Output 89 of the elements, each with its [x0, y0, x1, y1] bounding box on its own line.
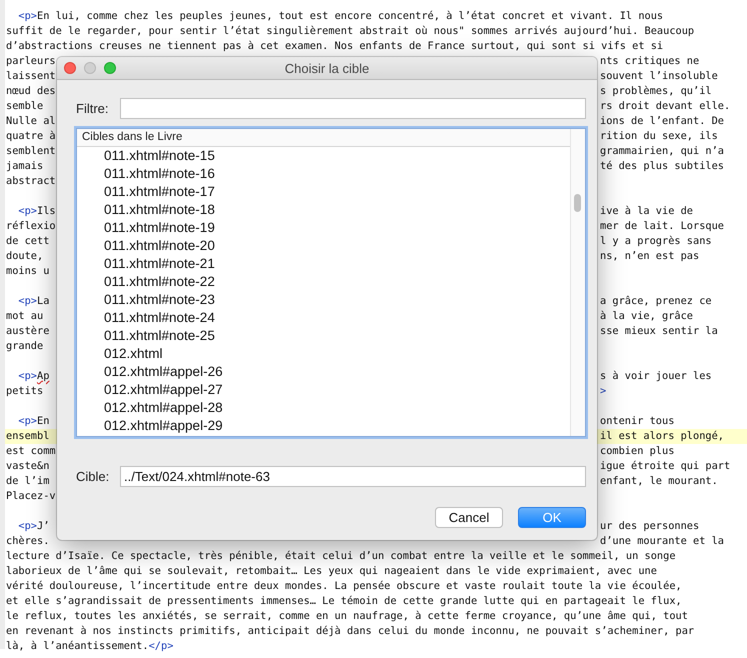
scrollbar[interactable] [570, 129, 585, 436]
code-text: <p>J’ [17, 519, 50, 534]
scrollbar-thumb[interactable] [574, 194, 581, 212]
code-text: nœud des [6, 84, 56, 99]
code-text: > [599, 384, 606, 399]
code-text: à la vie, grâce [599, 309, 693, 324]
list-item[interactable]: 012.xhtml [77, 345, 163, 363]
code-text: Placez-v [6, 489, 56, 504]
code-text: grammairien, qui n’a [599, 144, 724, 159]
code-text: le reflux, toutes les anxiétés, se serrait, comme en un naufrage, à cette ferme croyance, qu’une âme qui, tout [6, 609, 688, 624]
code-text: et elle s’agrandissait de pressentiments immenses… Le témoin de cette grande lutte qui en partageait le flux, [6, 594, 682, 609]
code-text: a grâce, prenez ce [599, 294, 712, 309]
code-text: s à voir jouer les [599, 369, 712, 384]
code-text: petits [6, 384, 44, 399]
code-text: semble [6, 99, 44, 114]
close-button[interactable] [64, 62, 76, 74]
code-text: jamais [6, 159, 44, 174]
list-item[interactable]: 011.xhtml#note-19 [77, 219, 215, 237]
code-text: de cett [6, 234, 50, 249]
code-text: ive à la vie de [599, 204, 693, 219]
code-text: rs droit devant elle. [599, 99, 730, 114]
list-item[interactable]: 011.xhtml#note-23 [77, 291, 215, 309]
code-text: d’une mourante et la [599, 534, 724, 549]
list-item[interactable]: 011.xhtml#note-17 [77, 183, 215, 201]
code-text: ensembl [6, 429, 50, 444]
code-text: austère [6, 324, 50, 339]
code-text: vérité douloureuse, l’incertitude entre deux mondes. La pensée obscure et vaste roulait toute la vie écoulée, [6, 579, 682, 594]
code-text: réflexio [6, 219, 56, 234]
code-text: <p>Ap [17, 369, 50, 384]
code-text: <p>La [17, 294, 50, 309]
code-text: mot au [6, 309, 44, 324]
list-item[interactable]: 011.xhtml#note-15 [77, 147, 215, 165]
code-text: ontenir tous [599, 414, 674, 429]
code-text: est comm [6, 444, 56, 459]
list-item[interactable]: 011.xhtml#note-25 [77, 327, 215, 345]
code-text: quatre à [6, 129, 56, 144]
code-text: semblent [6, 144, 56, 159]
code-text: d’abstractions creuses ne tiennent pas à cet examen. Nos enfants de France surtout, qui sont si vifs et si [6, 39, 664, 54]
list-item[interactable]: 011.xhtml#note-24 [77, 309, 215, 327]
code-text: grande [6, 339, 44, 354]
list-item[interactable]: 012.xhtml#appel-26 [77, 363, 223, 381]
list-header: Cibles dans le Livre [77, 129, 570, 147]
target-field[interactable]: ../Text/024.xhtml#note-63 [120, 466, 586, 487]
list-item[interactable]: 011.xhtml#note-18 [77, 201, 215, 219]
code-text: abstract [6, 174, 56, 189]
code-text: en revenant à nos instincts primitifs, anticipait déjà dans celui du monde inconnu, ne pouvait s’acheminer, par [6, 624, 694, 639]
code-text: enfant, le mourant. [599, 474, 718, 489]
zoom-button[interactable] [104, 62, 116, 74]
code-text: sse mieux sentir la [599, 324, 718, 339]
list-item[interactable]: 011.xhtml#note-21 [77, 255, 215, 273]
list-item[interactable]: 011.xhtml#note-22 [77, 273, 215, 291]
code-text: <p>En [17, 414, 50, 429]
code-text: l y a progrès sans [599, 234, 712, 249]
list-item[interactable]: 012.xhtml#appel-28 [77, 399, 223, 417]
code-text: <p>En lui, comme chez les peuples jeunes, tout est encore concentré, à l’état concret et vivant. Il nous [17, 9, 664, 24]
code-text: lecture d’Isaïe. Ce spectacle, très pénible, était celui d’un combat entre la veille et le sommeil, un songe [6, 549, 676, 564]
code-text: de l’im [6, 474, 50, 489]
code-text: vaste&n [6, 459, 50, 474]
window-title: Choisir la cible [284, 60, 370, 76]
code-text: nts critiques ne [599, 54, 700, 69]
code-text: doute, [6, 249, 44, 264]
field-label: Filtre: [76, 101, 110, 116]
code-text: igue étroite qui part [599, 459, 730, 474]
code-text: ns, n’en est pas [599, 249, 700, 264]
field-label: Cible: [76, 469, 110, 484]
code-text: suffit de le regarder, pour sentir l’état singulièrement abstrait où nous" sommes arrivés aujourd’hui. Beaucoup [6, 24, 694, 39]
code-text: <p>Ils [17, 204, 56, 219]
code-text: chères. [6, 534, 50, 549]
code-text: parleurs [6, 54, 56, 69]
code-text: ur des personnes [599, 519, 700, 534]
filter-field[interactable] [120, 98, 586, 119]
code-text: combien plus [599, 444, 674, 459]
code-text: il est alors plongé, [599, 429, 724, 444]
code-text: rition du sexe, ils [599, 129, 718, 144]
code-text: souvent l’insoluble [599, 69, 718, 84]
code-text: mer de lait. Lorsque [599, 219, 724, 234]
code-text: Nulle al [6, 114, 56, 129]
code-text: là, à l’anéantissement.</p> [6, 639, 174, 654]
list-item[interactable]: 012.xhtml#appel-27 [77, 381, 223, 399]
code-text: laborieux de l’âme qui se soulevait, retombait… Les yeux qui nageaient dans le vide exprimaient, avec une [6, 564, 657, 579]
code-text: laissent [6, 69, 56, 84]
code-text: ions de l’enfant. De [599, 114, 724, 129]
cancel-button[interactable]: Cancel [435, 507, 503, 528]
code-text: moins u [6, 264, 50, 279]
list-item[interactable]: 011.xhtml#note-20 [77, 237, 215, 255]
list-item[interactable]: 012.xhtml#appel-29 [77, 417, 223, 435]
code-text: s problèmes, qu’il [599, 84, 712, 99]
list-item[interactable]: 011.xhtml#note-16 [77, 165, 215, 183]
code-text: té des plus subtiles [599, 159, 724, 174]
